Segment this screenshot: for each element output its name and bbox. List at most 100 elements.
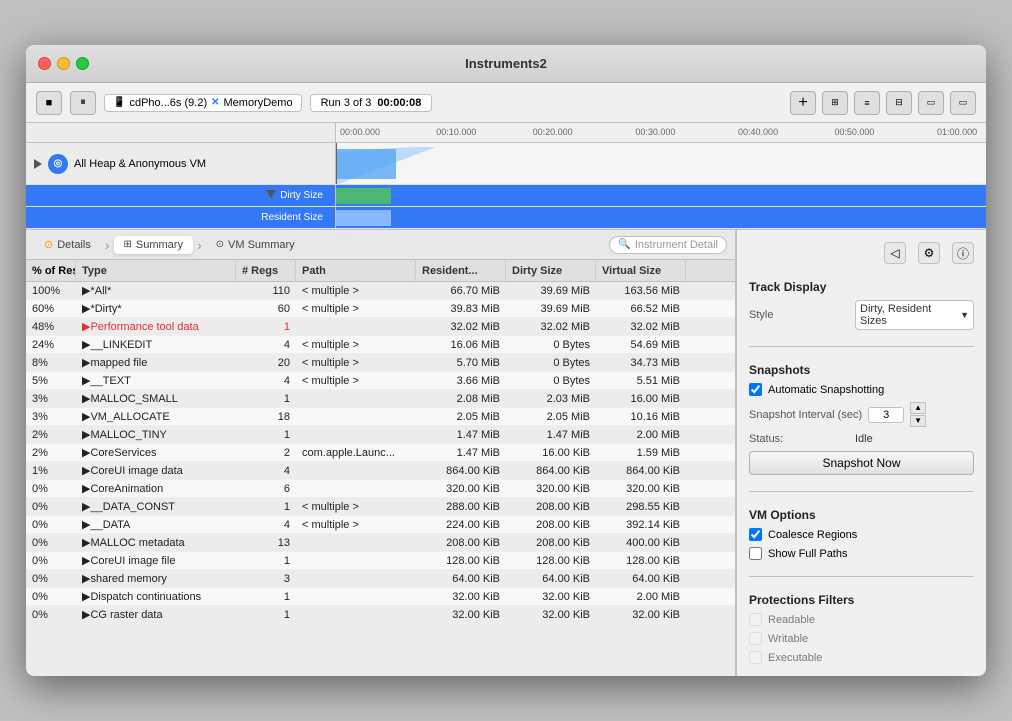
stop-button[interactable]: ■ [36,91,62,115]
instrument-icon: ✕ [211,97,219,108]
td-regs: 1 [236,606,296,623]
panel-settings-btn[interactable]: ⚙ [918,242,940,264]
th-dirty[interactable]: Dirty Size [506,260,596,281]
table-row[interactable]: 2% ▶CoreServices 2 com.apple.Launc... 1.… [26,444,735,462]
table-row[interactable]: 3% ▶MALLOC_SMALL 1 2.08 MiB 2.03 MiB 16.… [26,390,735,408]
td-regs: 4 [236,516,296,533]
details-area: ⊙ Details › ⊞ Summary › ⊙ VM Summary 🔍 I… [26,230,736,676]
details-icon: ⊙ [44,238,53,251]
td-dirty: 0 Bytes [506,372,596,389]
auto-snapshot-checkbox[interactable] [749,383,762,396]
stop-icon: ■ [46,97,53,109]
table-row[interactable]: 5% ▶__TEXT 4 < multiple > 3.66 MiB 0 Byt… [26,372,735,390]
resident-chart [336,207,986,228]
table-row[interactable]: 48% ▶Performance tool data 1 32.02 MiB 3… [26,318,735,336]
table-row[interactable]: 0% ▶CG raster data 1 32.00 KiB 32.00 KiB… [26,606,735,624]
track-heap-label[interactable]: ◎ All Heap & Anonymous VM [26,143,336,184]
table-row[interactable]: 1% ▶CoreUI image data 4 864.00 KiB 864.0… [26,462,735,480]
table-row[interactable]: 100% ▶*All* 110 < multiple > 66.70 MiB 3… [26,282,735,300]
run-selector[interactable]: Run 3 of 3 00:00:08 [310,94,433,112]
minimize-button[interactable] [57,57,70,70]
ruler-mark-4: 00:40.000 [738,127,778,137]
layout-btn-1[interactable]: ⊞ [822,91,848,115]
table-row[interactable]: 0% ▶shared memory 3 64.00 KiB 64.00 KiB … [26,570,735,588]
details-tabs: ⊙ Details › ⊞ Summary › ⊙ VM Summary 🔍 I… [26,230,735,260]
layout-btn-3[interactable]: ⊟ [886,91,912,115]
executable-checkbox[interactable] [749,651,762,664]
coalesce-checkbox[interactable] [749,528,762,541]
layout-btn-4[interactable]: ▭ [918,91,944,115]
td-path: < multiple > [296,282,416,299]
th-dirty-label: Dirty Size [512,265,562,277]
td-resident: 2.08 MiB [416,390,506,407]
table-row[interactable]: 24% ▶__LINKEDIT 4 < multiple > 16.06 MiB… [26,336,735,354]
td-type: ▶MALLOC_TINY [76,426,236,443]
td-regs: 60 [236,300,296,317]
track-resident-label[interactable]: Resident Size [26,207,336,228]
track-dirty-label[interactable]: Dirty Size [26,185,336,206]
panel-back-btn[interactable]: ◁ [884,242,906,264]
pause-button[interactable]: ⏸ [70,91,96,115]
table-row[interactable]: 0% ▶CoreAnimation 6 320.00 KiB 320.00 Ki… [26,480,735,498]
executable-label: Executable [768,652,822,664]
table-row[interactable]: 2% ▶MALLOC_TINY 1 1.47 MiB 1.47 MiB 2.00… [26,426,735,444]
search-box[interactable]: 🔍 Instrument Detail [609,236,727,254]
full-paths-row: Show Full Paths [749,547,974,560]
th-regs[interactable]: # Regs [236,260,296,281]
th-resident[interactable]: Resident... [416,260,506,281]
table-row[interactable]: 0% ▶MALLOC metadata 13 208.00 KiB 208.00… [26,534,735,552]
td-regs: 4 [236,336,296,353]
td-path [296,462,416,479]
th-virtual[interactable]: Virtual Size [596,260,686,281]
interval-input[interactable] [868,407,904,423]
td-virtual: 54.69 MiB [596,336,686,353]
full-paths-checkbox[interactable] [749,547,762,560]
td-regs: 18 [236,408,296,425]
track-expand-icon[interactable] [34,159,42,169]
td-path: < multiple > [296,372,416,389]
tab-summary[interactable]: ⊞ Summary [114,236,193,254]
interval-stepper: ▲ ▼ [910,402,926,427]
device-selector[interactable]: 📱 cdPho...6s (9.2) ✕ MemoryDemo [104,94,302,112]
tab-vm-summary-label: VM Summary [228,239,295,251]
writable-checkbox[interactable] [749,632,762,645]
style-row: Style Dirty, Resident Sizes ▼ [749,300,974,330]
layout-btn-5[interactable]: ▭ [950,91,976,115]
table-row[interactable]: 8% ▶mapped file 20 < multiple > 5.70 MiB… [26,354,735,372]
layout-btn-2[interactable]: ≡ [854,91,880,115]
td-resident: 864.00 KiB [416,462,506,479]
table-row[interactable]: 3% ▶VM_ALLOCATE 18 2.05 MiB 2.05 MiB 10.… [26,408,735,426]
vm-options-title: VM Options [749,508,974,522]
td-path [296,408,416,425]
track-heap-content [336,143,986,184]
panel-info-btn[interactable]: ⓘ [952,242,974,264]
readable-checkbox[interactable] [749,613,762,626]
run-label: Run 3 of 3 [321,97,372,109]
tab-summary-label: Summary [136,239,183,251]
table-row[interactable]: 0% ▶Dispatch continuations 1 32.00 KiB 3… [26,588,735,606]
fullscreen-button[interactable] [76,57,89,70]
tab-details[interactable]: ⊙ Details [34,235,101,254]
add-instrument-button[interactable]: + [790,91,816,115]
td-percent: 60% [26,300,76,317]
td-percent: 0% [26,534,76,551]
table-row[interactable]: 0% ▶__DATA_CONST 1 < multiple > 288.00 K… [26,498,735,516]
style-selector[interactable]: Dirty, Resident Sizes ▼ [855,300,974,330]
search-placeholder: Instrument Detail [635,239,718,251]
th-type[interactable]: Type [76,260,236,281]
pause-icon: ⏸ [80,96,86,109]
th-percent[interactable]: % of Res.▾ [26,260,76,281]
tab-vm-summary[interactable]: ⊙ VM Summary [206,236,305,254]
th-path[interactable]: Path [296,260,416,281]
style-value: Dirty, Resident Sizes [860,303,960,327]
snapshot-now-button[interactable]: Snapshot Now [749,451,974,475]
interval-up-btn[interactable]: ▲ [910,402,926,414]
table-row[interactable]: 60% ▶*Dirty* 60 < multiple > 39.83 MiB 3… [26,300,735,318]
interval-down-btn[interactable]: ▼ [910,415,926,427]
track-dirty-icon [266,190,276,201]
table-row[interactable]: 0% ▶CoreUI image file 1 128.00 KiB 128.0… [26,552,735,570]
table-row[interactable]: 0% ▶__DATA 4 < multiple > 224.00 KiB 208… [26,516,735,534]
td-dirty: 208.00 KiB [506,534,596,551]
protections-title: Protections Filters [749,593,974,607]
close-button[interactable] [38,57,51,70]
